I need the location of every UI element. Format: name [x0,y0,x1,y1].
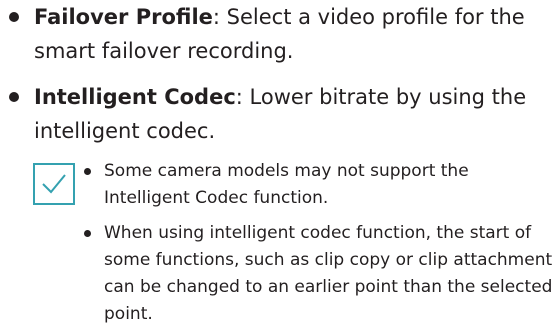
item-term: Failover Profile [34,5,213,29]
checkmark-icon [42,174,66,194]
bullet-icon [9,92,19,102]
note-text: When using intelligent codec function, t… [104,223,553,324]
bullet-icon [9,12,19,22]
feature-list: Failover Profile: Select a video profile… [0,0,557,148]
note-text: Some camera models may not support the I… [104,161,469,208]
item-term: Intelligent Codec [34,85,236,109]
note-checkbox-frame [33,163,75,205]
bullet-icon [84,230,91,237]
intelligent-codec-item: Intelligent Codec: Lower bitrate by usin… [0,80,557,148]
note-item: When using intelligent codec function, t… [83,220,553,328]
bullet-icon [84,168,91,175]
note-item: Some camera models may not support the I… [83,158,553,212]
failover-profile-item: Failover Profile: Select a video profile… [0,0,557,68]
note-list: Some camera models may not support the I… [83,158,553,328]
